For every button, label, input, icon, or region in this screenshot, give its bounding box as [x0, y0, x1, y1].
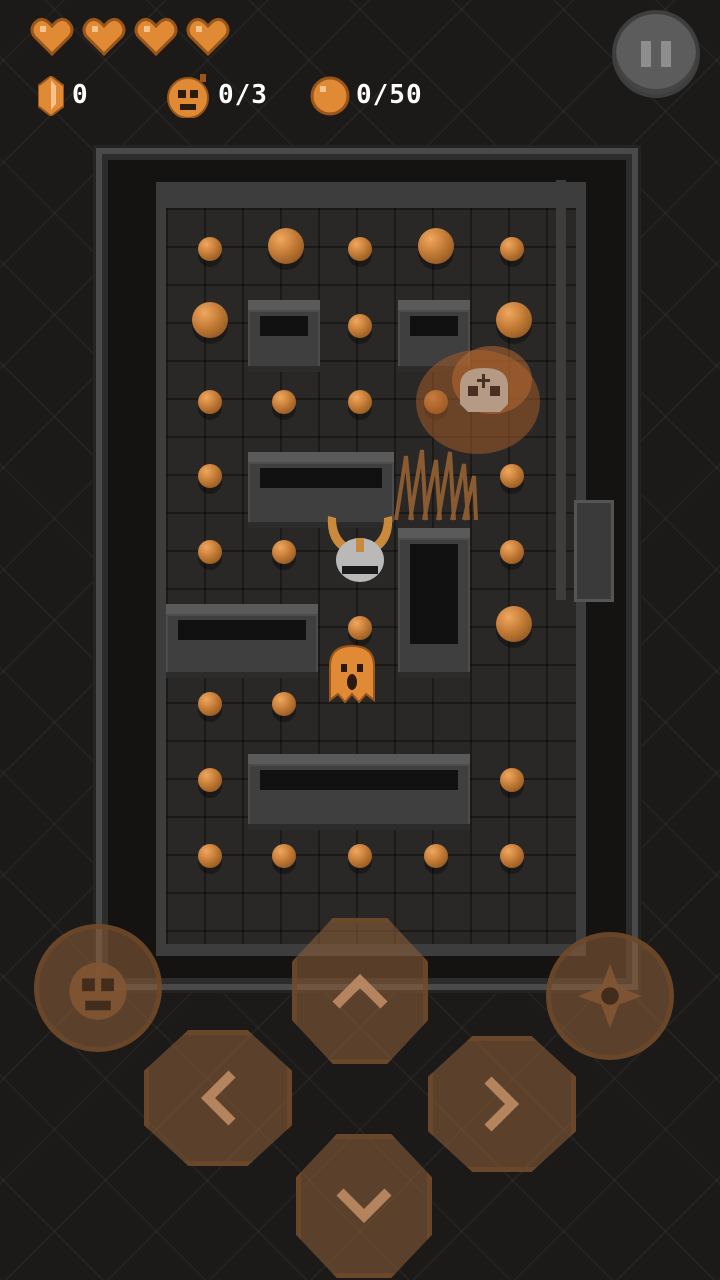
attack-button[interactable]: [546, 932, 674, 1060]
coin: [272, 540, 296, 564]
coin: [198, 390, 222, 414]
arrow-down-icon: [336, 1188, 392, 1224]
coin: [272, 844, 296, 868]
wall-block: [248, 300, 320, 372]
skull-count: 0/3: [218, 80, 268, 110]
coin-count: 0/50: [356, 80, 423, 110]
coin: [198, 692, 222, 716]
spike-trap: [394, 449, 478, 521]
coin: [192, 302, 228, 338]
coin: [348, 314, 372, 338]
heart-icon: [134, 17, 178, 56]
coin: [348, 844, 372, 868]
coin-icon: [310, 76, 350, 116]
bomb-button[interactable]: [34, 924, 162, 1052]
wall-block: [166, 604, 318, 678]
coin: [500, 540, 524, 564]
move-left-button[interactable]: [144, 1030, 292, 1166]
player-character: [329, 644, 375, 704]
heart-icon: [82, 17, 126, 56]
wall-segment: [556, 180, 566, 600]
ghost-skull-enemy: [416, 346, 540, 454]
coin: [424, 844, 448, 868]
skull-bomb-icon: [167, 74, 209, 118]
move-up-button[interactable]: [292, 918, 428, 1064]
coin: [500, 844, 524, 868]
dungeon-door: [574, 500, 614, 602]
heart-icon: [30, 17, 74, 56]
pause-icon: [641, 41, 651, 67]
arrow-up-icon: [332, 973, 388, 1009]
coin: [500, 464, 524, 488]
wall-block: [248, 754, 470, 830]
coin: [418, 228, 454, 264]
move-right-button[interactable]: [428, 1036, 576, 1172]
skull-bomb-icon: [69, 962, 127, 1020]
coin: [268, 228, 304, 264]
coin: [500, 768, 524, 792]
gem-icon: [38, 76, 64, 116]
wall-block: [398, 528, 470, 678]
coin: [198, 237, 222, 261]
coin: [198, 768, 222, 792]
coin: [198, 540, 222, 564]
coin: [496, 302, 532, 338]
coin: [272, 692, 296, 716]
coin: [496, 606, 532, 642]
coin: [348, 390, 372, 414]
pause-button[interactable]: [616, 14, 696, 94]
heart-icon: [186, 17, 230, 56]
gem-count: 0: [72, 80, 89, 110]
coin: [272, 390, 296, 414]
shuriken-icon: [577, 963, 643, 1029]
arrow-right-icon: [484, 1076, 520, 1132]
coin: [348, 237, 372, 261]
coin: [500, 237, 524, 261]
horned-helmet-enemy: [327, 516, 393, 582]
coin: [348, 616, 372, 640]
move-down-button[interactable]: [296, 1134, 432, 1278]
coin: [198, 464, 222, 488]
arrow-left-icon: [200, 1070, 236, 1126]
coin: [198, 844, 222, 868]
